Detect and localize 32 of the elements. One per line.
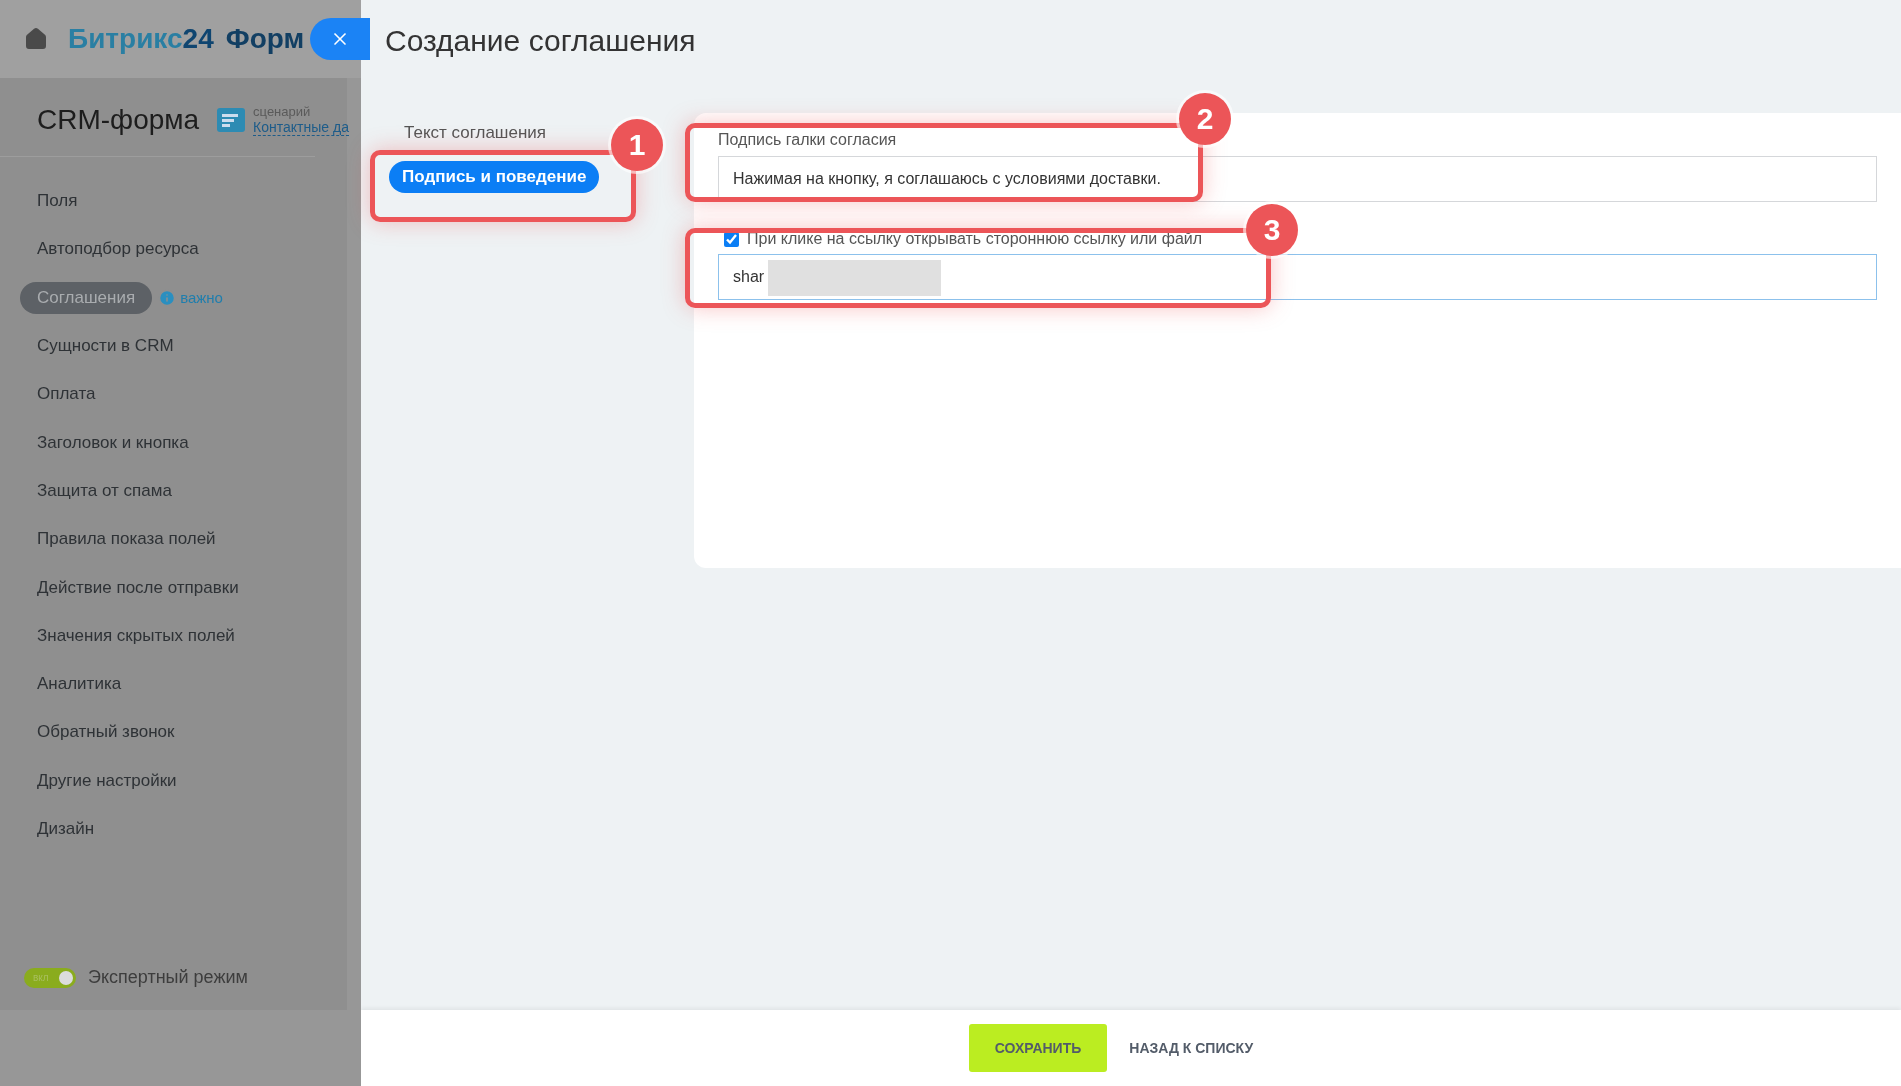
field-label: Подпись галки согласия	[718, 131, 898, 149]
expert-mode-label: Экспертный режим	[88, 967, 248, 988]
callout-number: 2	[1179, 93, 1231, 145]
save-button[interactable]: СОХРАНИТЬ	[968, 1024, 1108, 1072]
menu-item[interactable]: Защита от спама	[20, 474, 189, 507]
menu-item[interactable]: Обратный звонок	[20, 716, 192, 749]
home-icon[interactable]	[24, 27, 48, 51]
caption-input[interactable]: Нажимая на кнопку, я соглашаюсь с условиями доставки.	[718, 156, 1877, 202]
menu-item[interactable]: Сущности в CRM	[20, 330, 191, 363]
section-tab[interactable]: Подпись и поведение	[389, 161, 600, 193]
menu-item[interactable]: Автоподбор ресурса	[20, 233, 216, 266]
menu-item[interactable]: Значения скрытых полей	[20, 619, 252, 652]
close-button[interactable]	[310, 18, 370, 60]
info-icon	[158, 288, 177, 307]
menu-item[interactable]: Действие после отправки	[20, 571, 256, 604]
menu-item[interactable]: Оплата	[20, 378, 113, 411]
form-title: CRM-форма	[37, 104, 200, 136]
scenario-link[interactable]: Контактные да	[253, 119, 349, 136]
section-tab[interactable]: Текст соглашения	[389, 121, 562, 145]
menu-item[interactable]: Аналитика	[20, 668, 139, 701]
menu-item[interactable]: Дизайн	[20, 813, 112, 845]
menu-item[interactable]: Поля	[20, 185, 95, 218]
menu-item[interactable]: Правила показа полей	[20, 523, 233, 556]
callout-number: 1	[611, 119, 663, 171]
menu-item[interactable]: Другие настройки	[20, 764, 194, 797]
menu-item[interactable]: Заголовок и кнопка	[20, 426, 206, 459]
link-checkbox[interactable]	[724, 231, 739, 247]
back-to-list-link[interactable]: НАЗАД К СПИСКУ	[1129, 1040, 1254, 1056]
menu-item[interactable]: Соглашения	[20, 281, 153, 314]
scenario-icon	[217, 108, 246, 132]
panel-title: Создание соглашения	[384, 23, 697, 59]
brand-logo: Битрикс24 Форм	[68, 23, 305, 55]
